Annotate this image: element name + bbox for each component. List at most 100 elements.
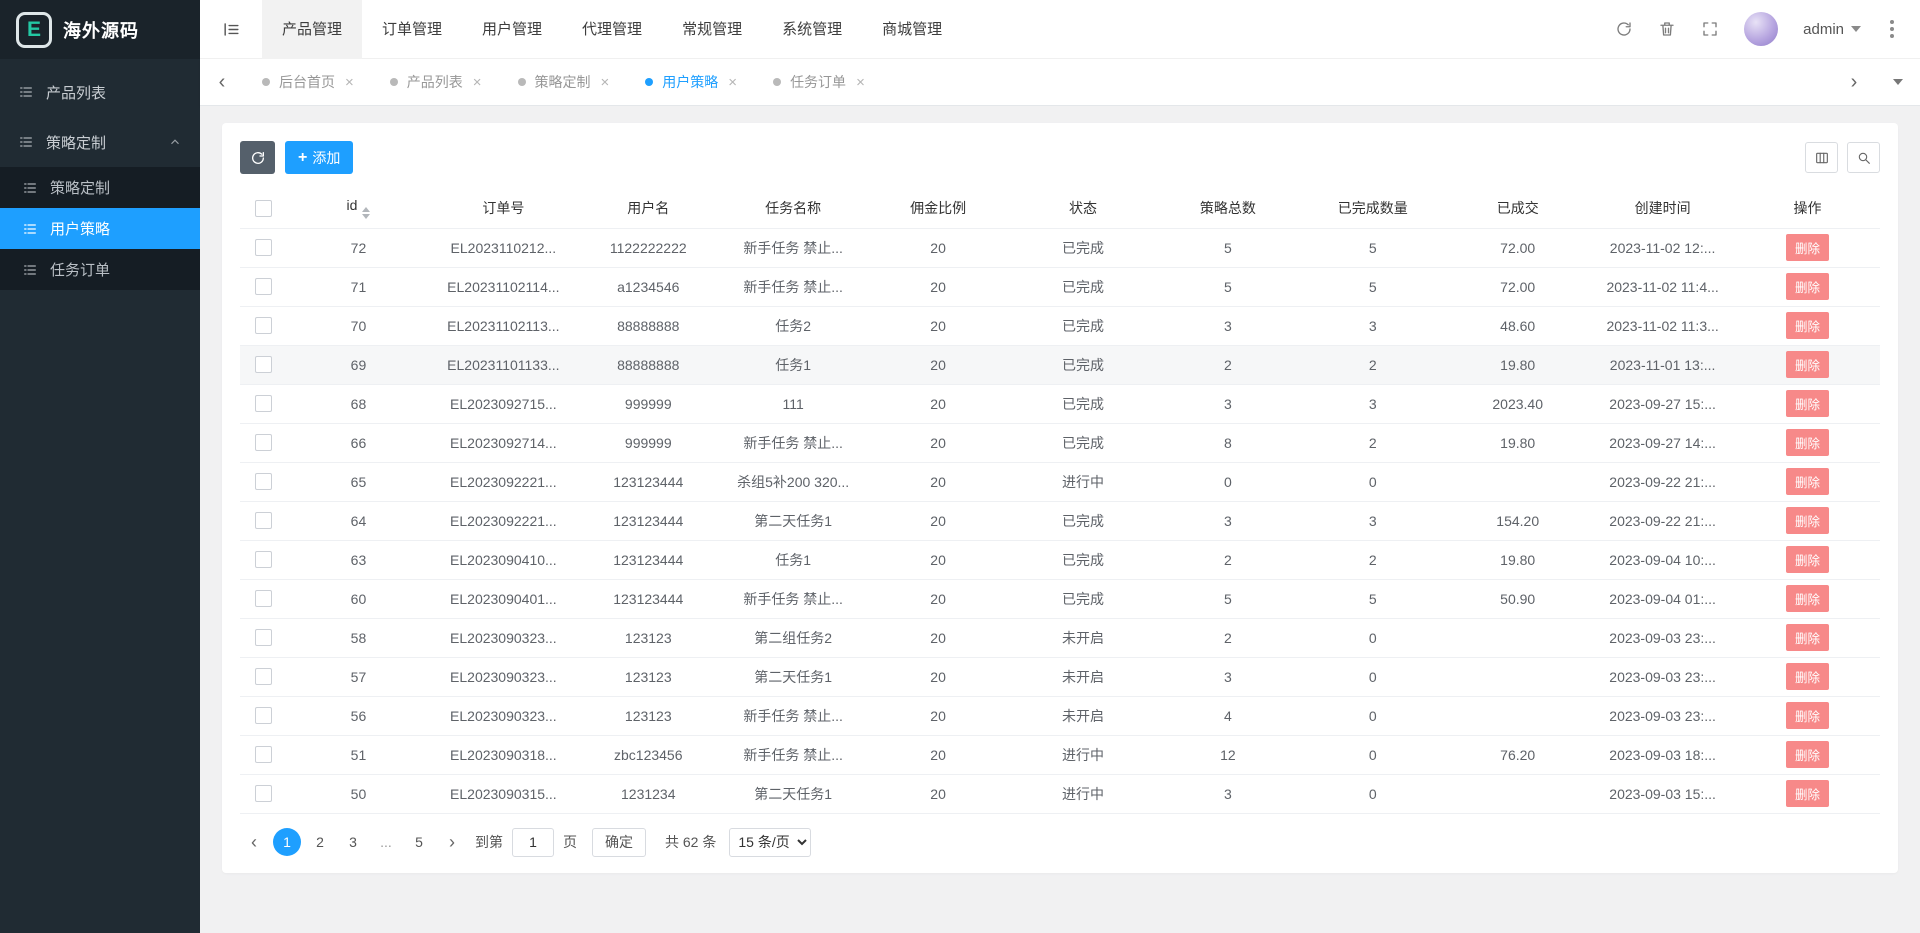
row-checkbox[interactable] <box>255 278 272 295</box>
tab-close-icon[interactable] <box>473 74 482 91</box>
tab-任务订单[interactable]: 任务订单 <box>755 59 883 106</box>
page-button-3[interactable]: 3 <box>339 828 367 856</box>
row-checkbox[interactable] <box>255 434 272 451</box>
username: admin <box>1803 21 1844 38</box>
sidebar-group-strategy[interactable]: 策略定制 <box>0 117 200 167</box>
top-navbar: 产品管理订单管理用户管理代理管理常规管理系统管理商城管理 admin <box>200 0 1920 59</box>
column-settings-button[interactable] <box>1805 142 1838 173</box>
row-checkbox[interactable] <box>255 317 272 334</box>
sidebar-subitem-用户策略[interactable]: 用户策略 <box>0 208 200 249</box>
row-checkbox[interactable] <box>255 746 272 763</box>
delete-button[interactable]: 删除 <box>1786 585 1829 612</box>
sidebar-toggle-button[interactable] <box>200 0 262 59</box>
delete-button[interactable]: 删除 <box>1786 702 1829 729</box>
operations-cell: 删除 <box>1735 735 1880 774</box>
tab-close-icon[interactable] <box>728 74 737 91</box>
chevron-up-icon <box>168 135 182 149</box>
add-button[interactable]: 添加 <box>285 141 353 174</box>
row-checkbox[interactable] <box>255 239 272 256</box>
delete-button[interactable]: 删除 <box>1786 234 1829 261</box>
confirm-button[interactable]: 确定 <box>592 828 646 857</box>
avatar[interactable] <box>1744 12 1778 46</box>
data-table: id订单号用户名任务名称佣金比例状态策略总数已完成数量已成交创建时间操作 72E… <box>240 188 1880 814</box>
cell: 已完成 <box>1011 345 1156 384</box>
tabs-scroll-right-icon[interactable] <box>1832 59 1876 106</box>
tab-close-icon[interactable] <box>345 74 354 91</box>
sidebar-item-label: 产品列表 <box>46 82 106 103</box>
sidebar-subitem-任务订单[interactable]: 任务订单 <box>0 249 200 290</box>
row-checkbox[interactable] <box>255 590 272 607</box>
delete-button[interactable]: 删除 <box>1786 741 1829 768</box>
tab-close-icon[interactable] <box>601 74 610 91</box>
tabs-dropdown-icon[interactable] <box>1876 59 1920 106</box>
select-all-checkbox[interactable] <box>255 200 272 217</box>
column-header-id[interactable]: id <box>286 188 431 228</box>
page-button-1[interactable]: 1 <box>273 828 301 856</box>
row-checkbox[interactable] <box>255 707 272 724</box>
topnav-item-订单管理[interactable]: 订单管理 <box>362 0 462 59</box>
sidebar-item-product-list[interactable]: 产品列表 <box>0 67 200 117</box>
delete-button[interactable]: 删除 <box>1786 546 1829 573</box>
refresh-table-button[interactable] <box>240 141 275 174</box>
content-area: 添加 <box>200 106 1920 933</box>
cell: 1122222222 <box>576 228 721 267</box>
cell: 已完成 <box>1011 579 1156 618</box>
cell: 2023.40 <box>1445 384 1590 423</box>
topnav-item-商城管理[interactable]: 商城管理 <box>862 0 962 59</box>
delete-button[interactable]: 删除 <box>1786 468 1829 495</box>
page-size-select[interactable]: 15 条/页 <box>729 828 811 857</box>
topnav-item-系统管理[interactable]: 系统管理 <box>762 0 862 59</box>
topnav-item-用户管理[interactable]: 用户管理 <box>462 0 562 59</box>
delete-button[interactable]: 删除 <box>1786 312 1829 339</box>
tab-close-icon[interactable] <box>856 74 865 91</box>
column-header-label: 已完成数量 <box>1338 200 1408 216</box>
delete-button[interactable]: 删除 <box>1786 390 1829 417</box>
sort-icon[interactable] <box>362 207 370 219</box>
topnav-item-代理管理[interactable]: 代理管理 <box>562 0 662 59</box>
page-button-5[interactable]: 5 <box>405 828 433 856</box>
delete-button[interactable]: 删除 <box>1786 429 1829 456</box>
row-checkbox[interactable] <box>255 629 272 646</box>
trash-icon[interactable] <box>1658 20 1676 38</box>
refresh-icon[interactable] <box>1615 20 1633 38</box>
table-row: 64EL2023092221...123123444第二天任务120已完成331… <box>240 501 1880 540</box>
cell: 已完成 <box>1011 306 1156 345</box>
search-button[interactable] <box>1847 142 1880 173</box>
cell: 12 <box>1155 735 1300 774</box>
delete-button[interactable]: 删除 <box>1786 273 1829 300</box>
delete-button[interactable]: 删除 <box>1786 507 1829 534</box>
row-checkbox[interactable] <box>255 473 272 490</box>
delete-button[interactable]: 删除 <box>1786 624 1829 651</box>
delete-button[interactable]: 删除 <box>1786 351 1829 378</box>
delete-button[interactable]: 删除 <box>1786 663 1829 690</box>
page-button-2[interactable]: 2 <box>306 828 334 856</box>
row-checkbox[interactable] <box>255 356 272 373</box>
row-checkbox[interactable] <box>255 551 272 568</box>
cell: 20 <box>866 345 1011 384</box>
next-page-icon[interactable] <box>438 828 466 856</box>
fullscreen-icon[interactable] <box>1701 20 1719 38</box>
more-options-icon[interactable] <box>1886 19 1898 39</box>
row-checkbox[interactable] <box>255 512 272 529</box>
cell: 进行中 <box>1011 735 1156 774</box>
goto-page-input[interactable] <box>512 828 554 857</box>
row-checkbox[interactable] <box>255 668 272 685</box>
tab-产品列表[interactable]: 产品列表 <box>372 59 500 106</box>
row-checkbox[interactable] <box>255 785 272 802</box>
table-row: 58EL2023090323...123123第二组任务220未开启202023… <box>240 618 1880 657</box>
tab-策略定制[interactable]: 策略定制 <box>500 59 628 106</box>
table-row: 72EL2023110212...1122222222新手任务 禁止...20已… <box>240 228 1880 267</box>
column-header-状态: 状态 <box>1011 188 1156 228</box>
row-checkbox[interactable] <box>255 395 272 412</box>
tabs-scroll-left-icon[interactable] <box>200 59 244 106</box>
operations-cell: 删除 <box>1735 579 1880 618</box>
cell: 2023-09-22 21:... <box>1590 462 1735 501</box>
topnav-item-产品管理[interactable]: 产品管理 <box>262 0 362 59</box>
delete-button[interactable]: 删除 <box>1786 780 1829 807</box>
topnav-item-常规管理[interactable]: 常规管理 <box>662 0 762 59</box>
tab-用户策略[interactable]: 用户策略 <box>627 59 755 106</box>
user-menu[interactable]: admin <box>1803 21 1861 38</box>
sidebar-subitem-策略定制[interactable]: 策略定制 <box>0 167 200 208</box>
prev-page-icon[interactable] <box>240 828 268 856</box>
tab-后台首页[interactable]: 后台首页 <box>244 59 372 106</box>
